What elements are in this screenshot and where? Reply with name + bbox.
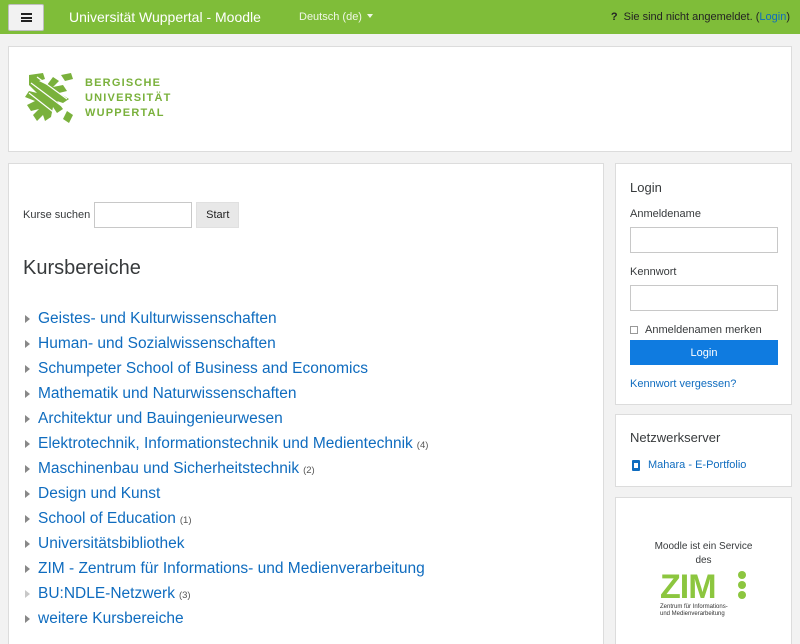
course-search-form: Kurse suchen Start (23, 202, 240, 228)
expand-triangle-icon[interactable] (25, 514, 30, 523)
password-label: Kennwort (630, 266, 677, 278)
username-field[interactable] (630, 227, 778, 253)
login-status-text: Sie sind nicht angemeldet. (623, 11, 753, 23)
page-header: BERGISCHE UNIVERSITÄT WUPPERTAL (8, 46, 792, 152)
category-item: Design und Kunst (25, 481, 429, 506)
course-search-label: Kurse suchen (23, 209, 91, 221)
zim-sub-line: Zentrum für Informations- (660, 604, 728, 610)
section-title: Kursbereiche (23, 257, 141, 279)
service-text: Moodle ist ein Service des (616, 540, 791, 568)
category-link[interactable]: Design und Kunst (38, 485, 160, 503)
forgot-password-link[interactable]: Kennwort vergessen? (630, 378, 736, 390)
category-item: BU:NDLE-Netzwerk (3) (25, 581, 429, 606)
lion-emblem-icon (25, 73, 73, 123)
expand-triangle-icon[interactable] (25, 589, 30, 598)
remember-username[interactable]: Anmeldenamen merken (630, 324, 762, 336)
university-logo[interactable]: BERGISCHE UNIVERSITÄT WUPPERTAL (23, 71, 172, 125)
category-item: weitere Kursbereiche (25, 606, 429, 631)
category-link[interactable]: Mathematik und Naturwissenschaften (38, 385, 296, 403)
navbar-login-link[interactable]: Login (759, 11, 786, 23)
expand-triangle-icon[interactable] (25, 564, 30, 573)
mahara-link[interactable]: Mahara - E-Portfolio (632, 459, 746, 471)
password-field[interactable] (630, 285, 778, 311)
login-block-title: Login (630, 180, 662, 195)
category-link[interactable]: Elektrotechnik, Informationstechnik und … (38, 435, 413, 453)
zim-service-block: Moodle ist ein Service des ZIM Zentrum f… (615, 497, 792, 644)
expand-triangle-icon[interactable] (25, 489, 30, 498)
expand-triangle-icon[interactable] (25, 364, 30, 373)
category-link[interactable]: Universitätsbibliothek (38, 535, 184, 553)
category-link[interactable]: Architektur und Bauingenieurwesen (38, 410, 283, 428)
logo-line: UNIVERSITÄT (85, 91, 172, 104)
expand-triangle-icon[interactable] (25, 464, 30, 473)
category-link[interactable]: Geistes- und Kulturwissenschaften (38, 310, 277, 328)
category-item: Schumpeter School of Business and Econom… (25, 356, 429, 381)
category-item: Geistes- und Kulturwissenschaften (25, 306, 429, 331)
expand-triangle-icon[interactable] (25, 389, 30, 398)
service-text-line: des (695, 555, 712, 566)
logo-line: BERGISCHE (85, 76, 162, 89)
remember-checkbox[interactable] (630, 326, 638, 334)
category-item: Architektur und Bauingenieurwesen (25, 406, 429, 431)
caret-down-icon (366, 14, 373, 18)
portfolio-icon (632, 459, 640, 471)
expand-triangle-icon[interactable] (25, 614, 30, 623)
category-item: Mathematik und Naturwissenschaften (25, 381, 429, 406)
zim-logo-word: ZIM (660, 568, 716, 604)
category-item: Elektrotechnik, Informationstechnik und … (25, 431, 429, 456)
category-link[interactable]: ZIM - Zentrum für Informations- und Medi… (38, 560, 425, 578)
network-block-title: Netzwerkserver (630, 430, 721, 445)
category-count: (4) (416, 440, 429, 451)
category-link[interactable]: Maschinenbau und Sicherheitstechnik (38, 460, 299, 478)
login-block: Login Anmeldename Kennwort Anmeldenamen … (615, 163, 792, 405)
question-icon: ? (610, 11, 618, 23)
top-navbar: Universität Wuppertal - Moodle Deutsch (… (0, 0, 800, 34)
category-link[interactable]: BU:NDLE-Netzwerk (38, 585, 175, 603)
site-name-link[interactable]: Universität Wuppertal - Moodle (69, 9, 261, 25)
category-link[interactable]: Human- und Sozialwissenschaften (38, 335, 276, 353)
category-list: Geistes- und Kulturwissenschaften Human-… (25, 306, 429, 631)
category-link[interactable]: School of Education (38, 510, 176, 528)
login-status: ? Sie sind nicht angemeldet. (Login) (610, 11, 790, 23)
mahara-link-label: Mahara - E-Portfolio (648, 459, 747, 471)
category-count: (3) (178, 590, 191, 601)
zim-logo[interactable]: ZIM (660, 568, 752, 604)
category-link[interactable]: Schumpeter School of Business and Econom… (38, 360, 368, 378)
category-item: School of Education (1) (25, 506, 429, 531)
expand-triangle-icon[interactable] (25, 539, 30, 548)
logo-line: WUPPERTAL (85, 106, 165, 119)
main-content: Kurse suchen Start Kursbereiche Geistes-… (8, 163, 604, 644)
category-item: ZIM - Zentrum für Informations- und Medi… (25, 556, 429, 581)
zim-logo-subtitle: Zentrum für Informations- und Medienvera… (660, 604, 728, 618)
username-label: Anmeldename (630, 208, 701, 220)
language-label: Deutsch (de) (299, 11, 362, 23)
expand-triangle-icon[interactable] (25, 339, 30, 348)
service-text-line: Moodle ist ein Service (654, 541, 753, 552)
category-item: Human- und Sozialwissenschaften (25, 331, 429, 356)
expand-triangle-icon[interactable] (25, 414, 30, 423)
hamburger-menu-button[interactable] (8, 4, 44, 31)
category-count: (1) (179, 515, 192, 526)
category-item: Universitätsbibliothek (25, 531, 429, 556)
category-count: (2) (303, 465, 315, 476)
expand-triangle-icon[interactable] (25, 439, 30, 448)
search-start-button[interactable]: Start (196, 202, 240, 228)
course-search-input[interactable] (94, 202, 193, 228)
network-servers-block: Netzwerkserver Mahara - E-Portfolio (615, 414, 792, 487)
category-item: Maschinenbau und Sicherheitstechnik (2) (25, 456, 429, 481)
login-button[interactable]: Login (630, 340, 778, 365)
logo-text: BERGISCHE UNIVERSITÄT WUPPERTAL (85, 76, 172, 121)
zim-sub-line: und Medienverarbeitung (660, 611, 725, 617)
category-link[interactable]: weitere Kursbereiche (38, 610, 184, 628)
remember-label: Anmeldenamen merken (645, 324, 762, 336)
expand-triangle-icon[interactable] (25, 314, 30, 323)
hamburger-icon (20, 13, 32, 22)
language-dropdown[interactable]: Deutsch (de) (299, 11, 373, 23)
